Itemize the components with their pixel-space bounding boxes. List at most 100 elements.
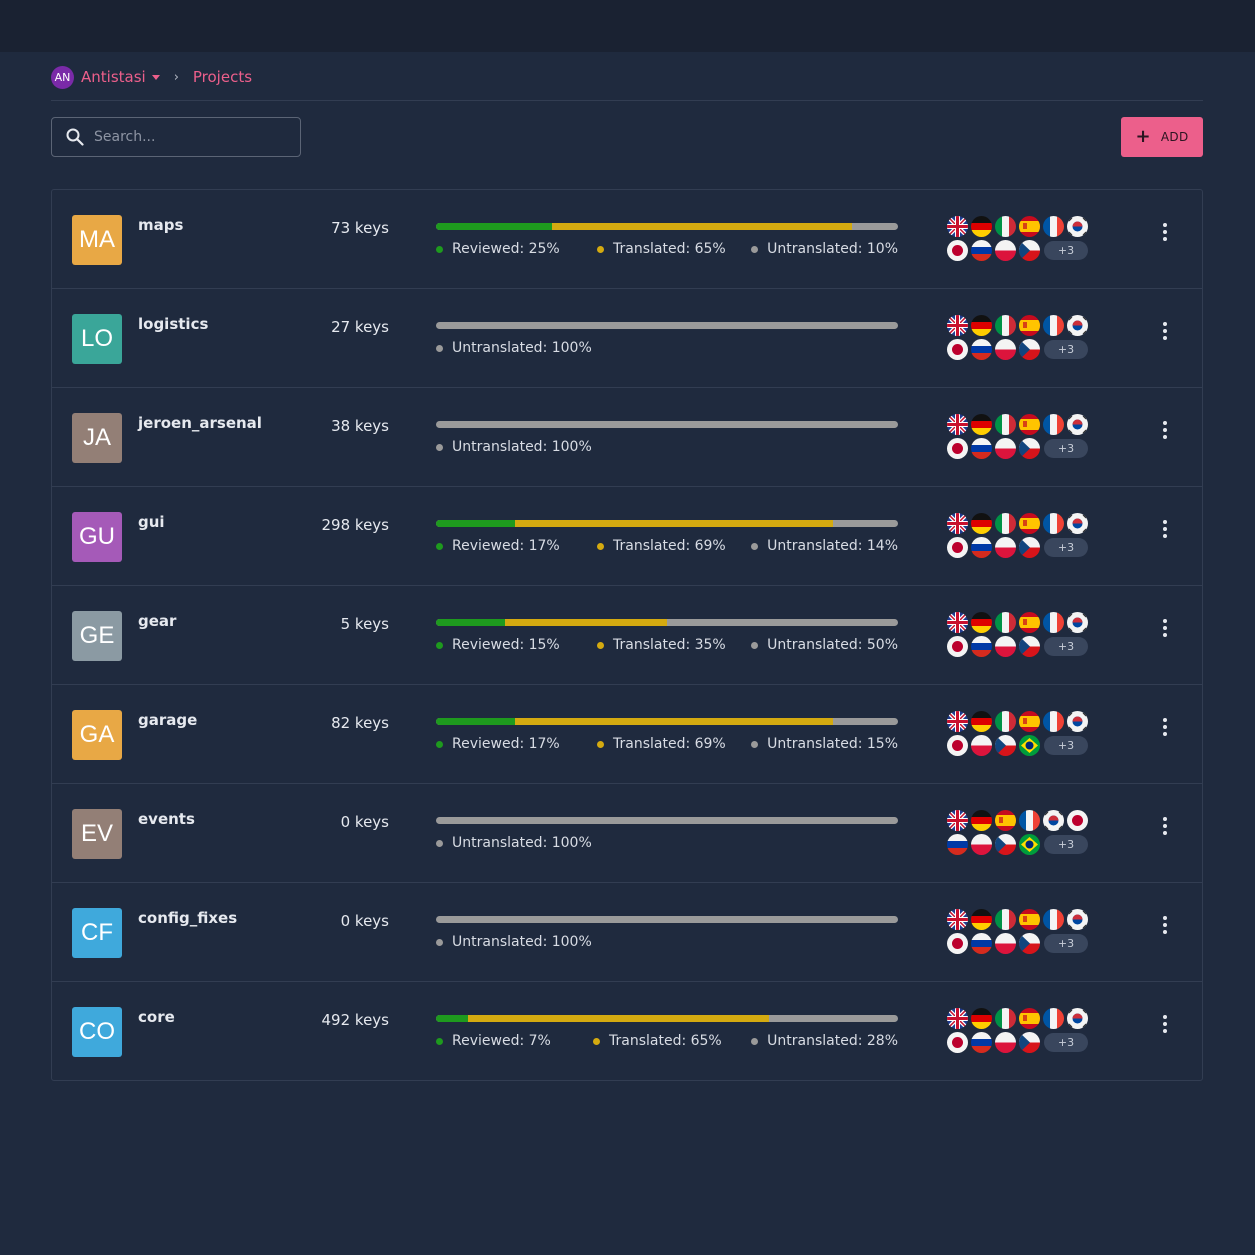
project-name[interactable]: maps	[138, 216, 183, 234]
project-avatar[interactable]: CF	[72, 908, 122, 958]
search-box[interactable]	[51, 117, 301, 157]
reviewed-segment	[436, 619, 506, 626]
project-avatar[interactable]: JA	[72, 413, 122, 463]
more-options-icon[interactable]	[1157, 421, 1173, 439]
search-input[interactable]	[94, 129, 284, 145]
language-flags[interactable]: +3	[947, 414, 1097, 462]
korea-flag-icon	[1067, 711, 1088, 732]
reviewed-label: Reviewed: 17%	[452, 538, 560, 554]
translation-progress-bar	[436, 817, 898, 824]
org-switcher[interactable]: Antistasi	[81, 68, 146, 86]
project-row[interactable]: EV events 0 keys Untranslated: 100% +3	[52, 784, 1202, 883]
project-row[interactable]: JA jeroen_arsenal 38 keys Untranslated: 10…	[52, 388, 1202, 487]
project-row[interactable]: GA garage 82 keys Reviewed: 17% Translated:…	[52, 685, 1202, 784]
translated-dot-icon	[593, 1037, 600, 1045]
project-name[interactable]: garage	[138, 711, 197, 729]
italy-flag-icon	[995, 612, 1016, 633]
org-avatar[interactable]: AN	[51, 65, 74, 89]
untranslated-label: Untranslated: 14%	[767, 538, 898, 554]
more-options-icon[interactable]	[1157, 916, 1173, 934]
project-avatar[interactable]: GE	[72, 611, 122, 661]
project-avatar[interactable]: LO	[72, 314, 122, 364]
more-languages-badge[interactable]: +3	[1044, 736, 1088, 755]
translated-label: Translated: 65%	[609, 1033, 722, 1049]
project-avatar[interactable]: GA	[72, 710, 122, 760]
language-flags[interactable]: +3	[947, 909, 1097, 957]
more-languages-badge[interactable]: +3	[1044, 439, 1088, 458]
language-flags[interactable]: +3	[947, 315, 1097, 363]
more-options-icon[interactable]	[1157, 322, 1173, 340]
more-languages-badge[interactable]: +3	[1044, 934, 1088, 953]
russia-flag-icon	[971, 438, 992, 459]
language-flags[interactable]: +3	[947, 612, 1097, 660]
poland-flag-icon	[995, 636, 1016, 657]
russia-flag-icon	[947, 834, 968, 855]
project-name[interactable]: config_fixes	[138, 909, 237, 927]
korea-flag-icon	[1067, 216, 1088, 237]
project-name[interactable]: logistics	[138, 315, 208, 333]
untranslated-label: Untranslated: 50%	[767, 637, 898, 653]
legend-untranslated: Untranslated: 100%	[436, 439, 592, 455]
spain-flag-icon	[1019, 612, 1040, 633]
reviewed-dot-icon	[436, 245, 443, 253]
more-languages-badge[interactable]: +3	[1044, 340, 1088, 359]
russia-flag-icon	[971, 636, 992, 657]
project-name[interactable]: gear	[138, 612, 176, 630]
untranslated-dot-icon	[751, 1037, 759, 1045]
project-name[interactable]: events	[138, 810, 195, 828]
legend-untranslated: Untranslated: 14%	[751, 538, 898, 554]
project-avatar[interactable]: MA	[72, 215, 122, 265]
plus-icon: +	[1135, 126, 1151, 147]
more-languages-badge[interactable]: +3	[1044, 241, 1088, 260]
translation-progress-bar	[436, 619, 898, 626]
search-icon	[66, 128, 84, 146]
more-languages-badge[interactable]: +3	[1044, 538, 1088, 557]
legend-reviewed: Reviewed: 25%	[436, 241, 560, 257]
language-flags[interactable]: +3	[947, 216, 1097, 264]
add-project-button[interactable]: + ADD	[1121, 117, 1203, 157]
translation-progress-bar	[436, 520, 898, 527]
legend-reviewed: Reviewed: 15%	[436, 637, 560, 653]
translation-progress-bar	[436, 421, 898, 428]
reviewed-segment	[436, 1015, 469, 1022]
language-flags[interactable]: +3	[947, 1008, 1097, 1056]
spain-flag-icon	[1019, 711, 1040, 732]
project-name[interactable]: gui	[138, 513, 165, 531]
more-options-icon[interactable]	[1157, 1015, 1173, 1033]
untranslated-label: Untranslated: 28%	[767, 1033, 898, 1049]
more-options-icon[interactable]	[1157, 619, 1173, 637]
japan-flag-icon	[947, 1032, 968, 1053]
translation-progress-bar	[436, 322, 898, 329]
more-options-icon[interactable]	[1157, 817, 1173, 835]
translated-label: Translated: 69%	[613, 538, 726, 554]
more-languages-badge[interactable]: +3	[1044, 1033, 1088, 1052]
project-avatar[interactable]: CO	[72, 1007, 122, 1057]
germany-flag-icon	[971, 810, 992, 831]
project-row[interactable]: GE gear 5 keys Reviewed: 15% Translated: 35…	[52, 586, 1202, 685]
project-row[interactable]: MA maps 73 keys Reviewed: 25% Translated: 6…	[52, 190, 1202, 289]
project-row[interactable]: LO logistics 27 keys Untranslated: 100% +3	[52, 289, 1202, 388]
germany-flag-icon	[971, 414, 992, 435]
italy-flag-icon	[995, 711, 1016, 732]
project-row[interactable]: GU gui 298 keys Reviewed: 17% Translated: 6…	[52, 487, 1202, 586]
more-options-icon[interactable]	[1157, 718, 1173, 736]
project-row[interactable]: CF config_fixes 0 keys Untranslated: 100% +…	[52, 883, 1202, 982]
language-flags[interactable]: +3	[947, 513, 1097, 561]
more-languages-badge[interactable]: +3	[1044, 835, 1088, 854]
progress-legend: Untranslated: 100%	[436, 835, 898, 855]
legend-reviewed: Reviewed: 7%	[436, 1033, 551, 1049]
caret-down-icon[interactable]	[151, 74, 160, 80]
language-flags[interactable]: +3	[947, 711, 1097, 759]
japan-flag-icon	[947, 537, 968, 558]
project-row[interactable]: CO core 492 keys Reviewed: 7% Translated: 6…	[52, 982, 1202, 1081]
language-flags[interactable]: +3	[947, 810, 1097, 858]
more-options-icon[interactable]	[1157, 520, 1173, 538]
project-avatar[interactable]: EV	[72, 809, 122, 859]
project-name[interactable]: core	[138, 1008, 175, 1026]
breadcrumb-projects-link[interactable]: Projects	[193, 68, 252, 86]
more-languages-badge[interactable]: +3	[1044, 637, 1088, 656]
project-name[interactable]: jeroen_arsenal	[138, 414, 262, 432]
more-options-icon[interactable]	[1157, 223, 1173, 241]
project-avatar[interactable]: GU	[72, 512, 122, 562]
untranslated-dot-icon	[436, 443, 443, 451]
